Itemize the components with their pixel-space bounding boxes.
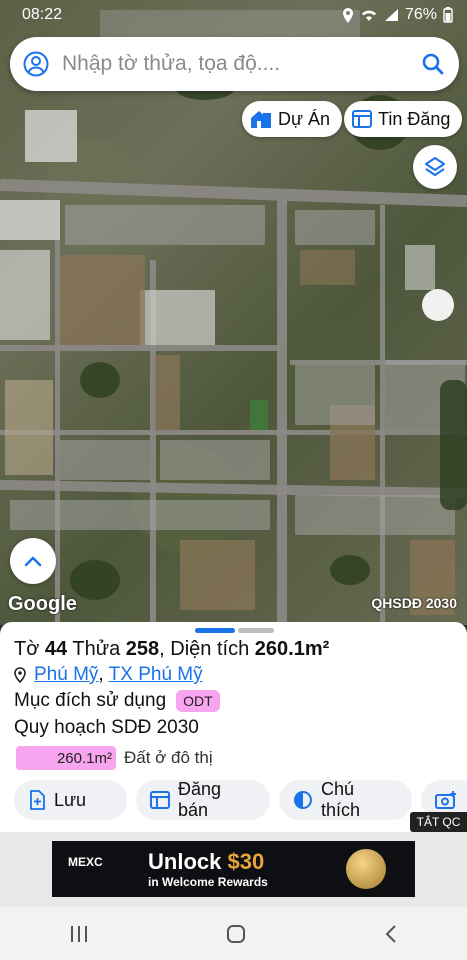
land-use-label: Mục đích sử dụng — [14, 690, 167, 711]
sheet-number: 44 — [44, 638, 68, 660]
map-lot — [155, 355, 180, 430]
plan-label: Quy hoạch SDĐ 2030 — [14, 717, 199, 738]
status-time: 08:22 — [22, 6, 63, 23]
ad-banner[interactable]: MEXC Unlock $30 in Welcome Rewards — [52, 841, 415, 897]
account-button[interactable] — [10, 51, 62, 77]
add-file-icon — [30, 790, 45, 810]
contrast-icon — [293, 791, 312, 809]
map-lot — [300, 250, 355, 285]
coins-icon — [346, 849, 386, 889]
house-icon — [251, 111, 271, 128]
listing-chip[interactable]: Tin Đăng — [344, 101, 463, 137]
listing-icon — [352, 110, 372, 128]
plan-type: Đất ở đô thị — [124, 748, 213, 767]
listing-chip-label: Tin Đăng — [378, 108, 451, 129]
parcel-title: Tờ 44 Thửa 258, Diện tích 260.1m² — [14, 638, 329, 661]
sheet-handle[interactable] — [238, 628, 274, 633]
chevron-up-icon — [24, 556, 42, 567]
system-nav-bar — [0, 907, 467, 960]
search-button[interactable] — [407, 52, 459, 76]
sheet-prefix: Tờ — [14, 638, 40, 660]
wifi-icon — [361, 10, 376, 21]
location-pin-icon — [14, 667, 26, 683]
close-ad-button[interactable]: TẮT QC — [410, 812, 467, 832]
plan-area-pill: 260.1m² — [16, 746, 116, 770]
map-building — [140, 290, 215, 345]
user-icon — [23, 51, 49, 77]
ad-headline-amount: $30 — [227, 849, 265, 874]
map-block — [295, 210, 375, 245]
expand-up-button[interactable] — [10, 538, 56, 584]
parcel-location: Phú Mỹ, TX Phú Mỹ — [14, 664, 203, 686]
post-button[interactable]: Đăng bán — [136, 779, 270, 820]
save-button[interactable]: Lưu — [14, 780, 127, 820]
sheet-handle-active[interactable] — [195, 628, 235, 633]
map-building — [25, 110, 77, 162]
layers-icon — [425, 157, 445, 176]
map-block — [60, 440, 150, 480]
search-bar[interactable] — [10, 37, 459, 91]
status-bar: 08:22 76% — [0, 0, 467, 30]
battery-icon — [443, 7, 453, 23]
ward-link[interactable]: Phú Mỹ — [34, 664, 98, 685]
overlay-label: QHSDĐ 2030 — [371, 595, 457, 611]
layers-button[interactable] — [413, 145, 457, 189]
search-icon — [422, 53, 444, 75]
town-link[interactable]: TX Phú Mỹ — [109, 664, 203, 685]
ad-subline: in Welcome Rewards — [148, 875, 268, 889]
home-icon[interactable] — [226, 924, 246, 944]
search-input[interactable] — [62, 52, 407, 76]
plan-row: 260.1m² Đất ở đô thị — [16, 746, 213, 770]
status-icons: 76% — [342, 6, 453, 24]
back-icon[interactable] — [384, 924, 398, 944]
map-lot — [5, 380, 53, 475]
map-road — [0, 178, 467, 208]
ad-headline: Unlock $30 — [148, 849, 264, 875]
parcel-info-sheet[interactable]: Tờ 44 Thửa 258, Diện tích 260.1m² Phú Mỹ… — [0, 622, 467, 832]
map-block — [295, 365, 375, 425]
land-use-row: Mục đích sử dụng ODT — [14, 690, 220, 712]
map-tree — [80, 362, 120, 398]
map-road — [277, 200, 287, 625]
map-tree — [440, 380, 467, 510]
map-block — [295, 495, 455, 535]
map-lot — [180, 540, 255, 610]
map-building — [0, 250, 50, 340]
location-icon — [342, 7, 353, 23]
add-photo-icon — [435, 791, 456, 809]
ad-headline-main: Unlock — [148, 849, 228, 874]
battery-percent: 76% — [404, 6, 437, 23]
map-block — [10, 500, 270, 530]
area-prefix: , Diện tích — [159, 638, 250, 660]
map-road — [0, 430, 467, 435]
parcel-area: 260.1m² — [254, 638, 330, 660]
map-field — [250, 400, 268, 430]
plot-number: 258 — [125, 638, 160, 660]
project-chip-label: Dự Án — [278, 108, 331, 129]
map-road — [0, 345, 280, 351]
map-block — [65, 205, 265, 245]
map-building — [405, 245, 435, 290]
save-label: Lưu — [54, 789, 87, 810]
legend-label: Chú thích — [320, 779, 361, 820]
legend-button[interactable]: Chú thích — [279, 779, 412, 820]
map-lot — [60, 255, 145, 345]
ad-brand: MEXC — [68, 855, 103, 869]
map-block — [160, 440, 270, 480]
project-chip[interactable]: Dự Án — [242, 101, 343, 137]
map-tree — [70, 560, 120, 600]
plot-prefix: Thửa — [72, 638, 121, 660]
map-handle[interactable] — [422, 289, 454, 321]
signal-icon — [384, 9, 398, 21]
google-attribution: Google — [8, 593, 77, 615]
post-label: Đăng bán — [177, 779, 222, 820]
recent-apps-icon[interactable] — [69, 925, 89, 943]
location-separator: , — [98, 664, 109, 685]
listing-icon — [150, 791, 170, 809]
map-building — [0, 200, 60, 240]
map-tree — [330, 555, 370, 585]
land-use-badge: ODT — [176, 690, 220, 712]
satellite-map[interactable] — [0, 0, 467, 625]
